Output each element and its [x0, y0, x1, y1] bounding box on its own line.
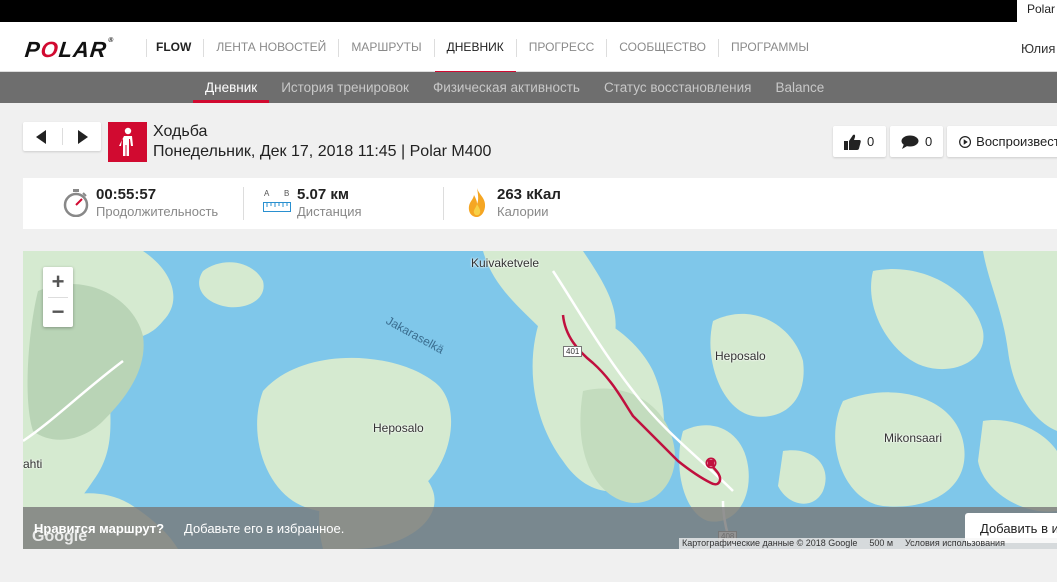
- calories-value: 263 кКал: [497, 186, 561, 203]
- map-label-heposalo-right: Heposalo: [715, 349, 766, 363]
- road-shield-401: 401: [563, 346, 583, 357]
- map-zoom-controls: + −: [43, 267, 73, 327]
- walking-icon: [118, 127, 133, 156]
- thumbs-up-icon: [844, 134, 861, 150]
- map-data-credit[interactable]: Картографические данные © 2018 Google: [682, 538, 857, 549]
- stopwatch-icon: [63, 189, 89, 217]
- flame-icon: [468, 188, 486, 217]
- subnav-item-balance[interactable]: Balance: [763, 72, 836, 103]
- map-label-ahti: ahti: [23, 457, 43, 471]
- play-circle-icon: [959, 135, 972, 148]
- nav-item-feed[interactable]: ЛЕНТА НОВОСТЕЙ: [203, 39, 338, 57]
- prompt-action-text: Добавьте его в избранное.: [184, 521, 345, 536]
- zoom-out-button[interactable]: −: [43, 297, 73, 327]
- distance-value: 5.07 км: [297, 186, 349, 203]
- subnav-item-activity[interactable]: Физическая активность: [421, 72, 592, 103]
- nav-item-community[interactable]: СООБЩЕСТВО: [606, 39, 718, 57]
- duration-label: Продолжительность: [96, 204, 219, 219]
- arrow-right-icon: [77, 129, 88, 144]
- training-summary: 00:55:57 Продолжительность A B 5.07 км Д…: [23, 178, 1057, 229]
- browser-top-bar: Polar: [0, 0, 1057, 22]
- map-terms-link[interactable]: Условия использования: [905, 538, 1005, 549]
- distance-point-a: A: [264, 189, 270, 198]
- user-menu[interactable]: Юлия: [1021, 41, 1057, 56]
- like-count: 0: [867, 134, 875, 149]
- nav-item-diary[interactable]: ДНЕВНИК: [433, 39, 516, 74]
- route-map[interactable]: Jakaraselkä Kuivaketvele Heposalo Heposa…: [23, 251, 1057, 549]
- comment-button[interactable]: 0: [890, 126, 943, 157]
- subnav-item-history[interactable]: История тренировок: [269, 72, 421, 103]
- stat-divider: [243, 187, 244, 220]
- distance-point-b: B: [284, 189, 290, 198]
- sport-name: Ходьба: [153, 123, 208, 140]
- map-label-mikonsaari: Mikonsaari: [884, 431, 943, 445]
- zoom-in-button[interactable]: +: [43, 267, 73, 297]
- replay-button[interactable]: Воспроизвести: [947, 126, 1057, 157]
- distance-label: Дистанция: [297, 204, 362, 219]
- google-logo: Google: [32, 528, 88, 545]
- sub-nav-items: Дневник История тренировок Физическая ак…: [193, 72, 836, 103]
- duration-value: 00:55:57: [96, 186, 157, 203]
- map-label-kuivaketvele: Kuivaketvele: [471, 256, 540, 270]
- session-navigation: [23, 122, 101, 151]
- distance-icon: A B: [263, 189, 291, 217]
- add-favorite-label: Добавить в избранное: [980, 520, 1057, 536]
- map-label-heposalo-left: Heposalo: [373, 421, 424, 435]
- sub-nav: Дневник История тренировок Физическая ак…: [0, 72, 1057, 103]
- browser-tab[interactable]: Polar: [1017, 0, 1057, 22]
- nav-items: FLOW ЛЕНТА НОВОСТЕЙ МАРШРУТЫ ДНЕВНИК ПРО…: [146, 39, 821, 74]
- polar-logo[interactable]: POLAR®: [24, 37, 115, 63]
- replay-label: Воспроизвести: [976, 134, 1057, 149]
- nav-item-routes[interactable]: МАРШРУТЫ: [338, 39, 433, 57]
- comment-count: 0: [925, 134, 933, 149]
- comment-icon: [901, 135, 919, 149]
- map-terrain: [23, 251, 1057, 549]
- map-scale[interactable]: 500 м: [869, 538, 893, 549]
- sport-badge: [108, 122, 147, 162]
- nav-item-flow[interactable]: FLOW: [146, 39, 203, 57]
- stat-divider: [443, 187, 444, 220]
- prev-session-button[interactable]: [23, 122, 62, 151]
- nav-item-progress[interactable]: ПРОГРЕСС: [515, 39, 607, 57]
- nav-item-programs[interactable]: ПРОГРАММЫ: [718, 39, 821, 57]
- arrow-left-icon: [36, 129, 47, 144]
- ruler-icon: [263, 202, 291, 212]
- next-session-button[interactable]: [63, 122, 102, 151]
- session-date-device: Понедельник, Дек 17, 2018 11:45 | Polar …: [153, 143, 492, 160]
- map-credits: Картографические данные © 2018 Google 50…: [679, 538, 1057, 549]
- subnav-item-recovery[interactable]: Статус восстановления: [592, 72, 764, 103]
- main-nav: POLAR® FLOW ЛЕНТА НОВОСТЕЙ МАРШРУТЫ ДНЕВ…: [0, 22, 1057, 74]
- like-button[interactable]: 0: [833, 126, 886, 157]
- subnav-item-diary[interactable]: Дневник: [193, 72, 270, 103]
- calories-label: Калории: [497, 204, 549, 219]
- zoom-divider: [48, 297, 68, 298]
